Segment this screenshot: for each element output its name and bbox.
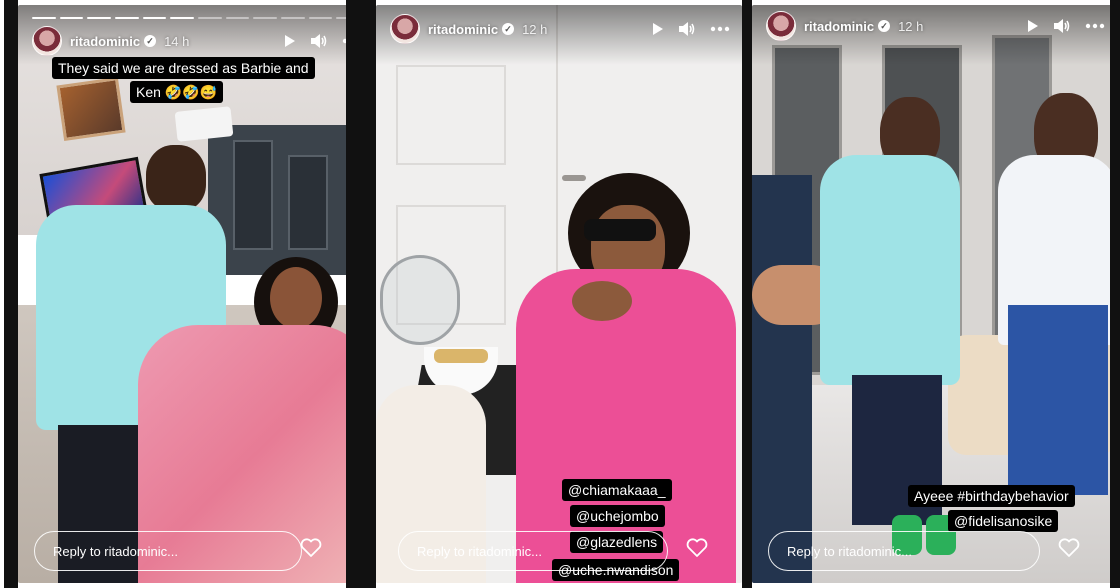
story-header: ritadominic ✓ 12 h [390,13,730,45]
story-panel-1: ritadominic ✓ 14 h They said we are dres… [18,5,374,583]
progress-segment [59,17,84,19]
progress-segment [170,17,195,19]
heart-icon[interactable] [300,538,322,563]
story-photo-2 [376,5,742,583]
more-options-icon[interactable] [710,26,730,32]
heart-icon[interactable] [1058,538,1080,563]
mention-tag[interactable]: @chiamakaaa_ [562,479,672,501]
story-panel-2: ritadominic ✓ 12 h @chiamakaaa_ @uchejom… [376,5,742,583]
play-icon[interactable] [1025,19,1039,33]
avatar[interactable] [32,26,62,56]
progress-segment [115,17,139,19]
progress-segment [87,17,112,19]
progress-segment [198,17,222,19]
story-caption-line-1: They said we are dressed as Barbie and [52,57,315,79]
avatar[interactable] [390,14,420,44]
avatar[interactable] [766,11,796,41]
story-caption-line-1: Ayeee #birthdaybehavior [908,485,1075,507]
story-caption-line-2: Ken 🤣🤣😅 [130,81,224,103]
more-options-icon[interactable] [1085,23,1105,29]
verified-badge-icon: ✓ [502,23,515,35]
volume-icon[interactable] [1053,18,1071,34]
story-header: ritadominic ✓ 14 h [32,25,362,57]
progress-segment [225,17,250,19]
username[interactable]: ritadominic [428,22,498,37]
mention-tag[interactable]: @uchejombo [570,505,665,527]
volume-icon[interactable] [678,21,696,37]
progress-segment [281,17,305,19]
verified-badge-icon: ✓ [878,20,891,32]
story-progress-bar [32,17,361,20]
play-icon[interactable] [282,34,296,48]
progress-segment [142,17,167,19]
progress-segment [253,17,278,19]
post-time: 12 h [898,18,924,34]
reply-input[interactable]: Reply to ritadominic... [768,531,1040,571]
reply-input[interactable]: Reply to ritadominic... [34,531,302,571]
progress-segment [32,17,56,19]
reply-input[interactable]: Reply to ritadominic... [398,531,668,571]
heart-icon[interactable] [686,538,708,563]
play-icon[interactable] [650,22,664,36]
username[interactable]: ritadominic [70,34,140,49]
progress-segment [308,17,333,19]
story-header: ritadominic ✓ 12 h [766,10,1105,42]
volume-icon[interactable] [310,33,328,49]
username[interactable]: ritadominic [804,19,874,34]
post-time: 14 h [164,33,190,49]
story-panel-3: ritadominic ✓ 12 h Ayeee #birthdaybehavi… [752,5,1117,583]
mention-tag[interactable]: @fidelisanosike [948,510,1059,532]
verified-badge-icon: ✓ [144,35,157,47]
post-time: 12 h [522,21,548,37]
